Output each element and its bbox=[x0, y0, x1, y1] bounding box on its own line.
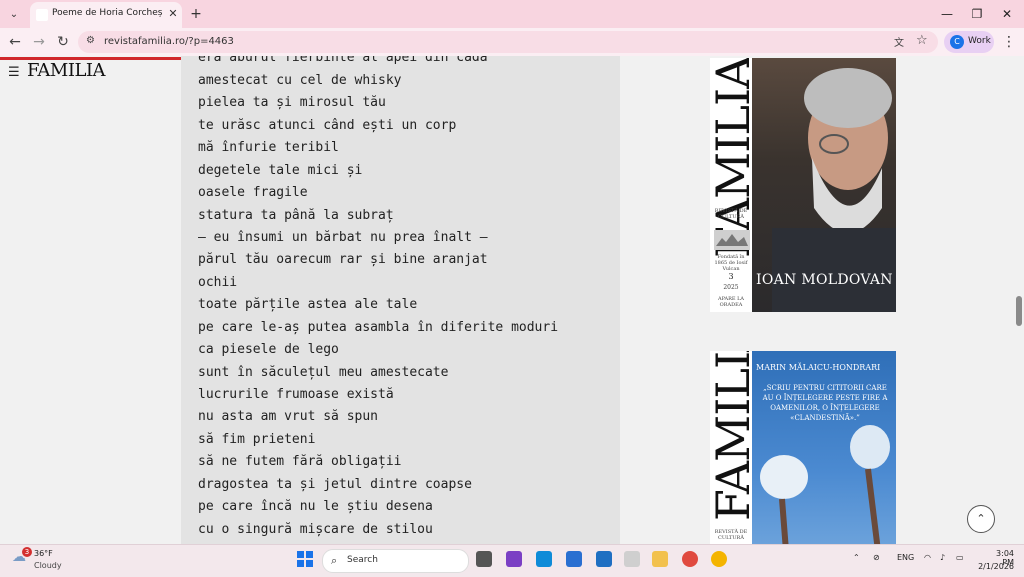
close-window-button[interactable]: ✕ bbox=[996, 5, 1018, 23]
cover-engraving-icon bbox=[714, 230, 750, 250]
weather-desc[interactable]: Cloudy bbox=[34, 561, 62, 570]
cover-subtitle: REVISTĂ DE CULTURĂ bbox=[714, 529, 748, 541]
poem-line: degetele tale mici și bbox=[198, 163, 363, 178]
edge-icon[interactable] bbox=[536, 551, 552, 567]
cover-year: 2025 bbox=[723, 284, 739, 291]
poem-line: pe care le-aș putea asambla în diferite … bbox=[198, 320, 559, 335]
scroll-to-top-button[interactable]: ⌃ bbox=[967, 505, 995, 533]
wifi-icon[interactable]: ◠ bbox=[924, 553, 931, 562]
show-hidden-icons-icon[interactable]: ⌃ bbox=[853, 553, 860, 562]
forward-button[interactable]: → bbox=[30, 33, 48, 51]
poem-line: să fim prieteni bbox=[198, 432, 316, 447]
close-tab-icon[interactable]: ✕ bbox=[166, 7, 180, 21]
battery-icon[interactable]: ▭ bbox=[956, 553, 964, 562]
search-placeholder: Search bbox=[347, 555, 378, 565]
news-app-icon[interactable] bbox=[506, 551, 522, 567]
poem-line: ca piesele de lego bbox=[198, 342, 339, 357]
poem-line: pe care încă nu le știu desena bbox=[198, 499, 433, 514]
cover-author: MARIN MĂLAICU-HONDRARI bbox=[756, 363, 881, 372]
reload-button[interactable]: ↻ bbox=[54, 33, 72, 51]
profile-button[interactable]: C Work bbox=[944, 31, 994, 53]
language-indicator[interactable]: ENG bbox=[897, 553, 914, 562]
taskbar-search[interactable]: ⌕ Search bbox=[322, 549, 469, 573]
poem-line: statura ta până la subraț bbox=[198, 208, 394, 223]
minimize-button[interactable]: — bbox=[936, 5, 958, 23]
poem-line: oasele fragile bbox=[198, 185, 308, 200]
notification-badge: 3 bbox=[22, 547, 32, 557]
cover-name: IOAN MOLDOVAN bbox=[756, 272, 893, 288]
poem-line: părul tău oarecum rar și bine aranjat bbox=[198, 252, 488, 267]
cover-city: APARE LA ORADEA bbox=[717, 296, 745, 308]
scrollbar[interactable] bbox=[1014, 56, 1024, 544]
store-icon[interactable] bbox=[566, 551, 582, 567]
poem-line: te urăsc atunci când ești un corp bbox=[198, 118, 457, 133]
network-off-icon[interactable]: ⊘ bbox=[873, 553, 880, 562]
poem-line: mă înfurie teribil bbox=[198, 140, 339, 155]
back-button[interactable]: ← bbox=[6, 33, 24, 51]
keyboard-app-icon[interactable] bbox=[624, 551, 640, 567]
weather-temp[interactable]: 36°F bbox=[34, 549, 53, 558]
cotton-candy-icon bbox=[760, 425, 890, 551]
cover-subtitle: REVISTĂ DE CULTURĂ bbox=[714, 208, 748, 220]
poem-line: pielea ta și mirosul tău bbox=[198, 95, 386, 110]
magazine-cover-2[interactable]: FAMILIA REVISTĂ DE CULTURĂ MARIN MĂLAICU… bbox=[710, 351, 896, 551]
task-view-icon[interactable] bbox=[476, 551, 492, 567]
favicon-icon bbox=[36, 9, 48, 21]
scrollbar-thumb[interactable] bbox=[1016, 296, 1022, 326]
hamburger-menu-icon[interactable]: ☰ bbox=[8, 65, 20, 80]
tab-title: Poeme de Horia Corcheș – Revi bbox=[52, 8, 162, 18]
bookmark-star-icon[interactable]: ☆ bbox=[916, 33, 932, 49]
poem-line: sunt în săculețul meu amestecate bbox=[198, 365, 449, 380]
poem-line: toate părțile astea ale tale bbox=[198, 297, 418, 312]
magazine-cover-1[interactable]: FAMILIA REVISTĂ DE CULTURĂ Fondată în 18… bbox=[710, 58, 896, 312]
poem-body: era aburul fierbinte al apei din cadă am… bbox=[181, 56, 620, 544]
poem-line: nu asta am vrut să spun bbox=[198, 409, 379, 424]
poem-line: lucrurile frumoase există bbox=[198, 387, 394, 402]
file-explorer-icon[interactable] bbox=[652, 551, 668, 567]
cover-number: 3 bbox=[728, 272, 734, 281]
avatar: C bbox=[950, 35, 964, 49]
tab-search-icon[interactable]: ⌄ bbox=[4, 5, 24, 23]
restore-button[interactable]: ❐ bbox=[966, 5, 988, 23]
chrome-work-icon[interactable] bbox=[711, 551, 727, 567]
new-tab-button[interactable]: + bbox=[188, 6, 204, 22]
search-icon: ⌕ bbox=[331, 554, 338, 567]
cover-quote: „SCRIU PENTRU CITITORII CARE AU O ÎNȚELE… bbox=[762, 384, 888, 422]
translate-icon[interactable]: 文 bbox=[894, 34, 910, 50]
browser-menu-icon[interactable]: ⋮ bbox=[1002, 33, 1016, 51]
database-app-icon[interactable] bbox=[596, 551, 612, 567]
cover-photo-image bbox=[752, 351, 896, 551]
windows-start-icon[interactable] bbox=[297, 551, 313, 567]
url-text[interactable]: revistafamilia.ro/?p=4463 bbox=[104, 36, 234, 47]
volume-icon[interactable]: ♪ bbox=[940, 553, 945, 562]
address-bar[interactable]: ⚙ revistafamilia.ro/?p=4463 文 ☆ bbox=[78, 31, 938, 53]
site-logo[interactable]: FAMILIA bbox=[27, 60, 106, 81]
poem-line: – eu însumi un bărbat nu prea înalt – bbox=[198, 230, 488, 245]
poem-line: cu o singură mișcare de stilou bbox=[198, 522, 433, 537]
chrome-icon[interactable] bbox=[682, 551, 698, 567]
tab-active[interactable]: Poeme de Horia Corcheș – Revi ✕ bbox=[30, 2, 182, 28]
poem-line: era aburul fierbinte al apei din cadă bbox=[198, 56, 488, 65]
profile-name: Work bbox=[968, 36, 991, 46]
poem-line: să ne futem fără obligații bbox=[198, 454, 402, 469]
poem-line: ochii bbox=[198, 275, 238, 290]
poem-line: amestecat cu cel de whisky bbox=[198, 73, 402, 88]
clock-date[interactable]: 2/1/2026 bbox=[978, 562, 1014, 571]
site-info-icon[interactable]: ⚙ bbox=[86, 35, 98, 49]
cover-founded: Fondată în 1865 de Iosif Vulcan bbox=[714, 254, 748, 272]
poem-line: dragostea ta și jetul dintre coapse bbox=[198, 477, 472, 492]
